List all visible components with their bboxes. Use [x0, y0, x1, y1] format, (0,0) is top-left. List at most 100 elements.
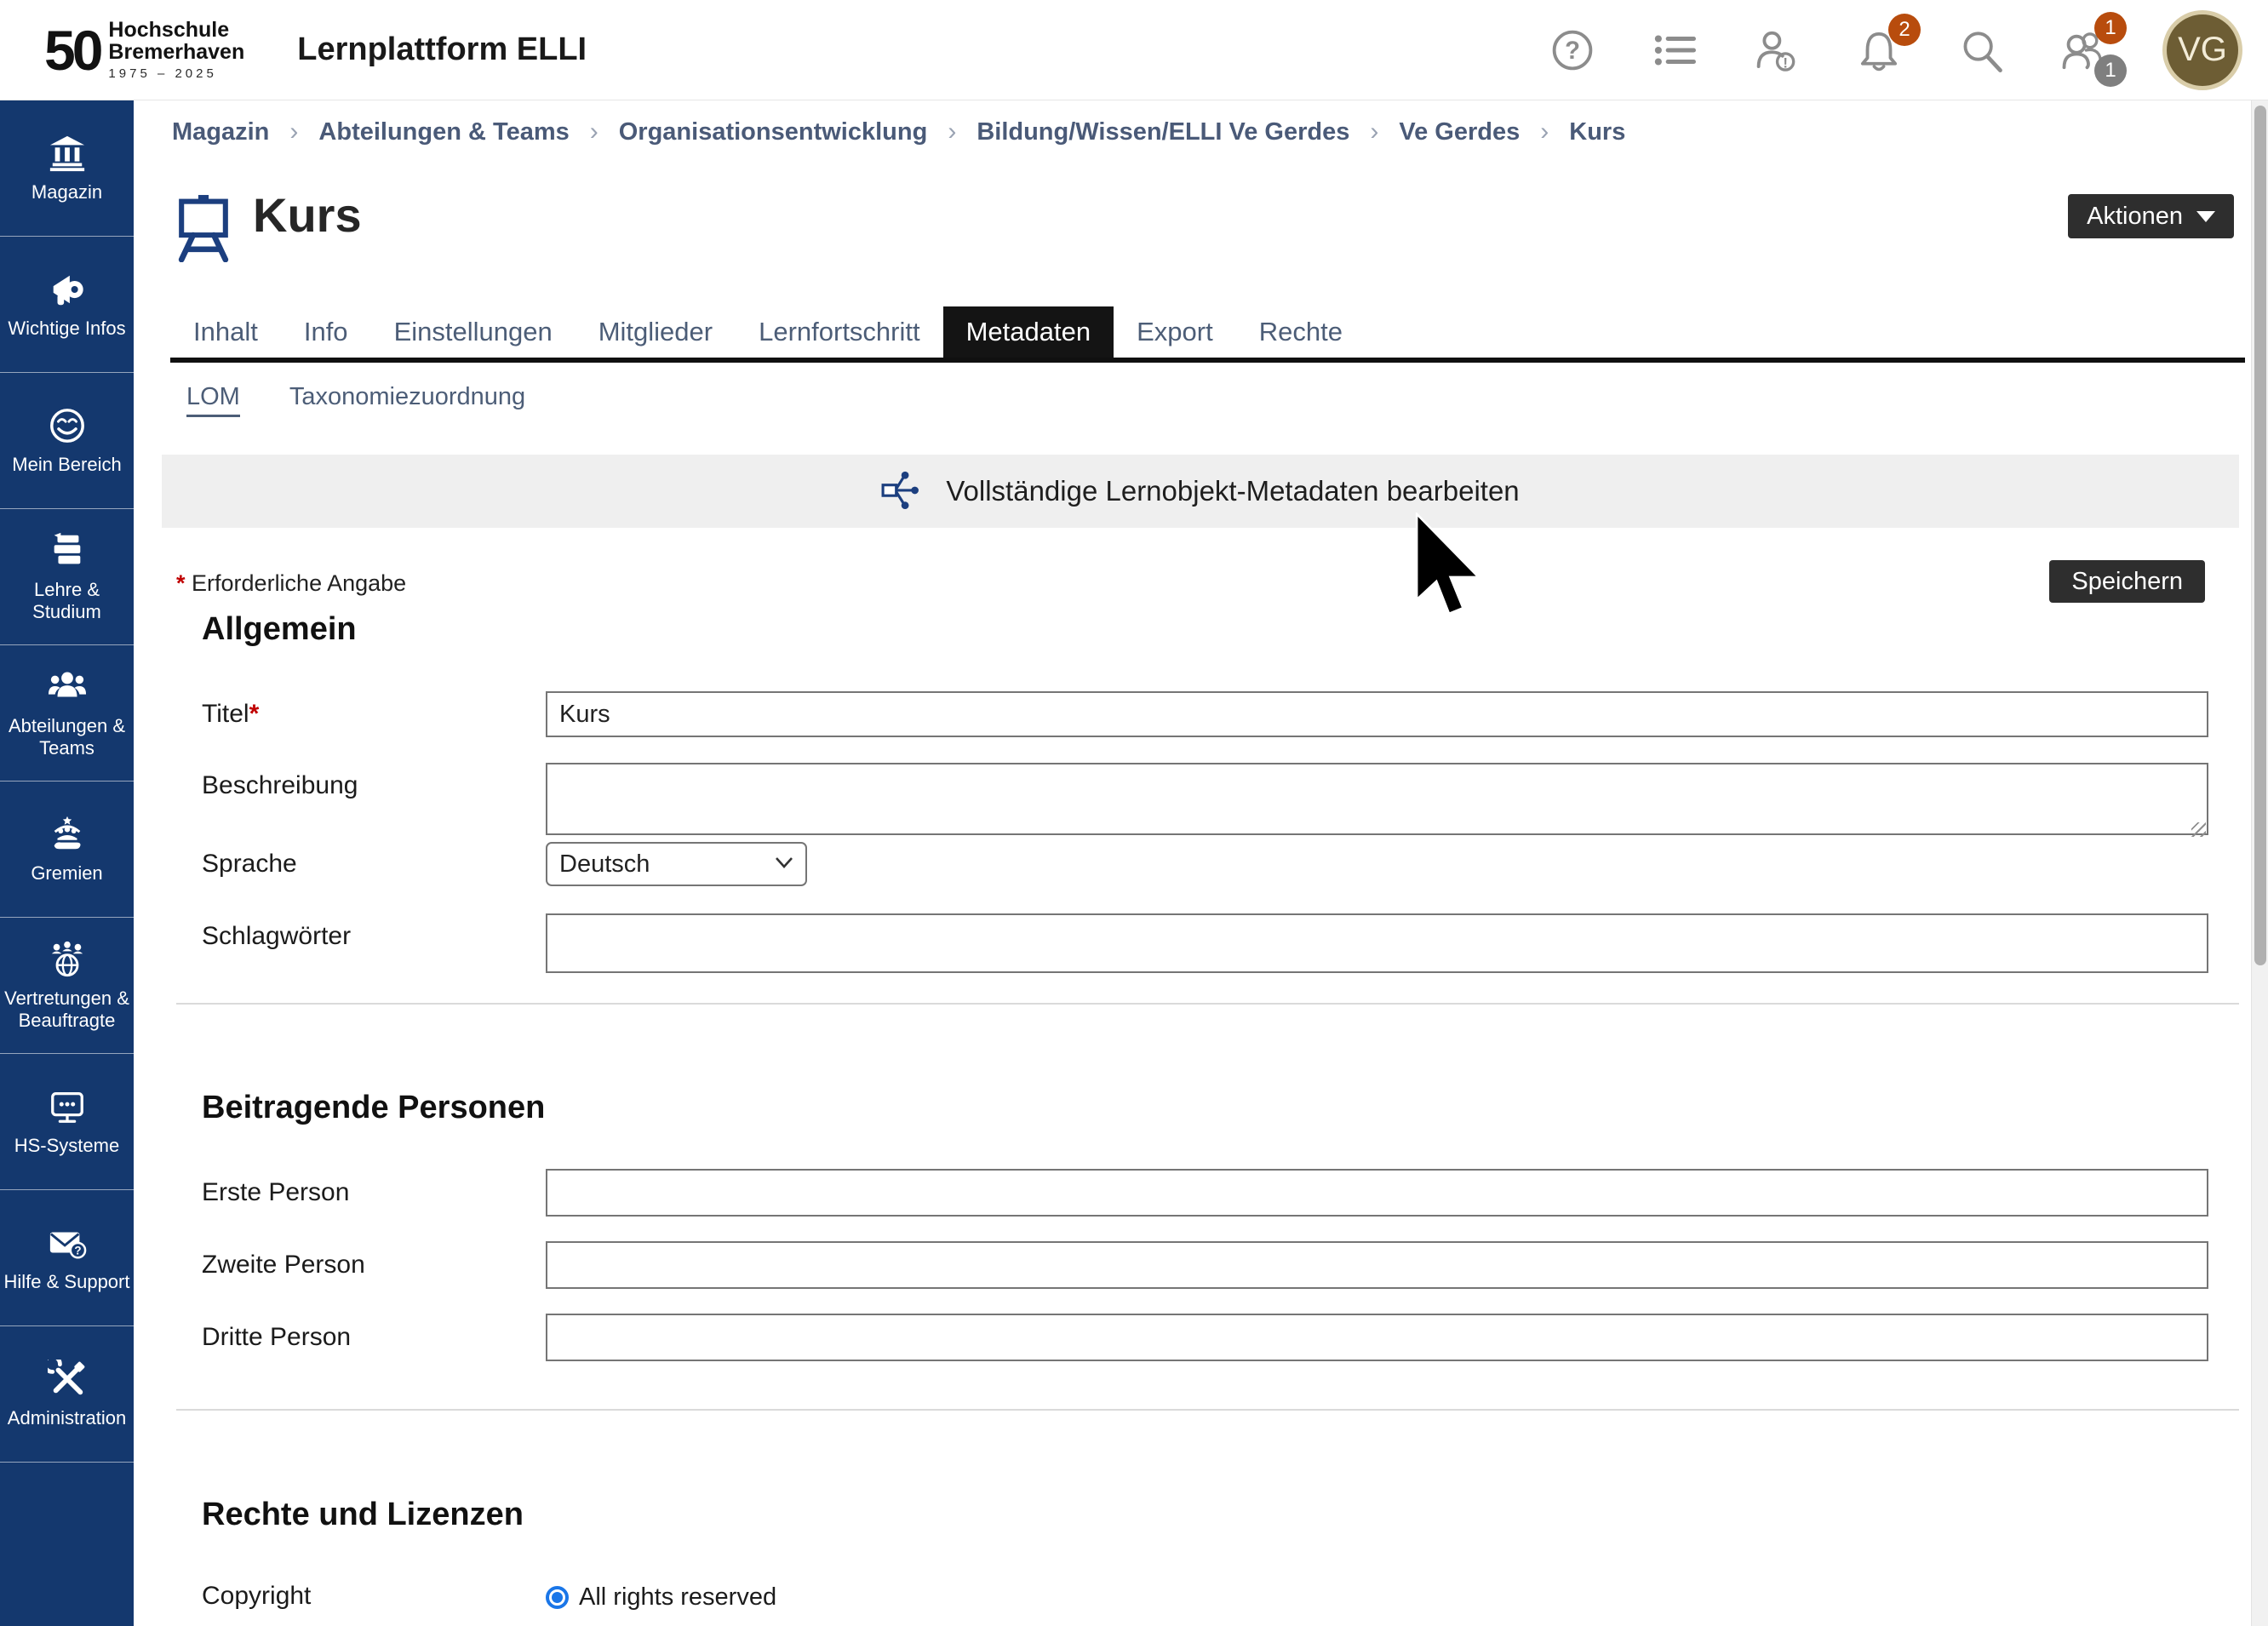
top-header: 50 Hochschule Bremerhaven 1975 – 2025 Le…: [0, 0, 2268, 100]
erste-person-label: Erste Person: [202, 1178, 546, 1207]
required-hint: * Erforderliche Angabe: [176, 570, 406, 597]
notifications-badge: 2: [1888, 14, 1921, 46]
section-heading-beitragende: Beitragende Personen: [202, 1090, 545, 1126]
help-icon[interactable]: ?: [1549, 27, 1595, 73]
dritte-person-input[interactable]: [546, 1314, 2208, 1361]
contacts-badge-bottom: 1: [2094, 54, 2127, 87]
caret-down-icon: [2196, 211, 2215, 222]
sidebar-item-administration[interactable]: Administration: [0, 1326, 134, 1463]
chevron-separator-icon: ›: [590, 117, 598, 146]
page-scrollbar: [2251, 100, 2268, 1626]
chevron-separator-icon: ›: [1370, 117, 1378, 146]
breadcrumb-kurs[interactable]: Kurs: [1569, 118, 1625, 146]
svg-text:?: ?: [74, 1244, 81, 1257]
schlagwoerter-label: Schlagwörter: [202, 913, 546, 973]
user-alert-icon[interactable]: !: [1754, 27, 1800, 73]
sidebar-item-wichtige-infos[interactable]: Wichtige Infos: [0, 237, 134, 373]
titel-label: Titel*: [202, 700, 546, 729]
avatar[interactable]: VG: [2162, 10, 2242, 90]
tab-rechte[interactable]: Rechte: [1236, 306, 1366, 358]
sidebar-item-hs-systeme[interactable]: HS-Systeme: [0, 1054, 134, 1190]
dritte-person-label: Dritte Person: [202, 1323, 546, 1352]
contacts-badge-top: 1: [2094, 12, 2127, 44]
tab-export[interactable]: Export: [1114, 306, 1236, 358]
copyright-radio[interactable]: [546, 1586, 569, 1609]
tab-info[interactable]: Info: [281, 306, 371, 358]
logo-50-anniversary: 50: [44, 22, 100, 78]
sidebar-item-abteilungen-teams[interactable]: Abteilungen & Teams: [0, 645, 134, 782]
building-icon: [48, 134, 87, 173]
university-logo: 50 Hochschule Bremerhaven 1975 – 2025: [44, 19, 244, 81]
save-button[interactable]: Speichern: [2049, 560, 2205, 603]
tab-einstellungen[interactable]: Einstellungen: [371, 306, 576, 358]
metadata-node-icon: [881, 470, 924, 512]
people-group-icon: [48, 667, 87, 707]
list-icon[interactable]: [1652, 27, 1698, 73]
actions-button[interactable]: Aktionen: [2068, 194, 2234, 238]
banner-label: Vollständige Lernobjekt-Metadaten bearbe…: [946, 475, 1519, 507]
form-row-erste-person: Erste Person: [202, 1169, 2208, 1217]
sidebar-item-lehre-studium[interactable]: Lehre & Studium: [0, 509, 134, 645]
form-row-schlagwoerter: Schlagwörter: [202, 913, 2208, 973]
breadcrumb-abteilungen-teams[interactable]: Abteilungen & Teams: [318, 118, 569, 146]
breadcrumb-magazin[interactable]: Magazin: [172, 118, 269, 146]
form-row-dritte-person: Dritte Person: [202, 1314, 2208, 1361]
tools-icon: [48, 1360, 87, 1399]
section-divider: [176, 1003, 2239, 1005]
sidebar-item-mein-bereich[interactable]: Mein Bereich: [0, 373, 134, 509]
schlagwoerter-input[interactable]: [546, 913, 2208, 973]
tab-underline: [170, 358, 2245, 363]
titel-input[interactable]: [546, 691, 2208, 737]
svg-text:!: !: [1783, 54, 1788, 71]
sidebar-item-hilfe-support[interactable]: ? Hilfe & Support: [0, 1190, 134, 1326]
form-row-sprache: Sprache Deutsch: [202, 842, 2208, 886]
form-row-copyright: Copyright All rights reserved: [202, 1582, 2208, 1612]
copyright-label: Copyright: [202, 1582, 546, 1612]
megaphone-icon: [48, 270, 87, 309]
subtab-bar: LOM Taxonomiezuordnung: [186, 383, 525, 417]
breadcrumb-bildung-wissen[interactable]: Bildung/Wissen/ELLI Ve Gerdes: [976, 118, 1349, 146]
tab-mitglieder[interactable]: Mitglieder: [576, 306, 736, 358]
zweite-person-input[interactable]: [546, 1241, 2208, 1289]
breadcrumb-ve-gerdes[interactable]: Ve Gerdes: [1399, 118, 1520, 146]
svg-text:?: ?: [1565, 37, 1580, 65]
section-heading-allgemein: Allgemein: [202, 611, 357, 648]
search-icon[interactable]: [1958, 27, 2004, 73]
tab-inhalt[interactable]: Inhalt: [170, 306, 281, 358]
sidebar-item-magazin[interactable]: Magazin: [0, 100, 134, 237]
books-icon: [48, 531, 87, 570]
section-divider: [176, 1409, 2239, 1411]
form-row-zweite-person: Zweite Person: [202, 1241, 2208, 1289]
sprache-select[interactable]: Deutsch: [546, 842, 807, 886]
erste-person-input[interactable]: [546, 1169, 2208, 1217]
contacts-icon[interactable]: 1 1: [2060, 27, 2106, 73]
sidebar-item-vertretungen-beauftragte[interactable]: Vertretungen & Beauftragte: [0, 918, 134, 1054]
mail-question-icon: ?: [48, 1223, 87, 1262]
form-row-titel: Titel*: [202, 691, 2208, 737]
course-easel-icon: [172, 192, 235, 262]
chevron-separator-icon: ›: [948, 117, 956, 146]
sidebar-item-gremien[interactable]: Gremien: [0, 782, 134, 918]
form-row-beschreibung: Beschreibung: [202, 763, 2208, 839]
chevron-separator-icon: ›: [1540, 117, 1549, 146]
zweite-person-label: Zweite Person: [202, 1251, 546, 1280]
tab-lernfortschritt[interactable]: Lernfortschritt: [736, 306, 943, 358]
page-title: Kurs: [253, 187, 362, 243]
sprache-label: Sprache: [202, 850, 546, 879]
smiley-icon: [48, 406, 87, 445]
subtab-lom[interactable]: LOM: [186, 383, 240, 417]
resize-grip-icon[interactable]: [2191, 822, 2206, 837]
bell-icon[interactable]: 2: [1856, 27, 1902, 73]
section-heading-rechte: Rechte und Lizenzen: [202, 1497, 524, 1533]
main-content: Magazin › Abteilungen & Teams › Organisa…: [134, 100, 2251, 1626]
beschreibung-label: Beschreibung: [202, 763, 546, 839]
subtab-taxonomiezuordnung[interactable]: Taxonomiezuordnung: [289, 383, 525, 417]
breadcrumb-organisationsentwicklung[interactable]: Organisationsentwicklung: [619, 118, 928, 146]
beschreibung-textarea[interactable]: [546, 763, 2208, 835]
monitor-icon: [48, 1087, 87, 1126]
tab-bar: Inhalt Info Einstellungen Mitglieder Ler…: [170, 306, 1366, 358]
scrollbar-thumb[interactable]: [2254, 106, 2266, 965]
edit-full-metadata-banner[interactable]: Vollständige Lernobjekt-Metadaten bearbe…: [162, 455, 2239, 528]
copyright-radio-label: All rights reserved: [579, 1583, 776, 1612]
tab-metadaten[interactable]: Metadaten: [943, 306, 1114, 358]
